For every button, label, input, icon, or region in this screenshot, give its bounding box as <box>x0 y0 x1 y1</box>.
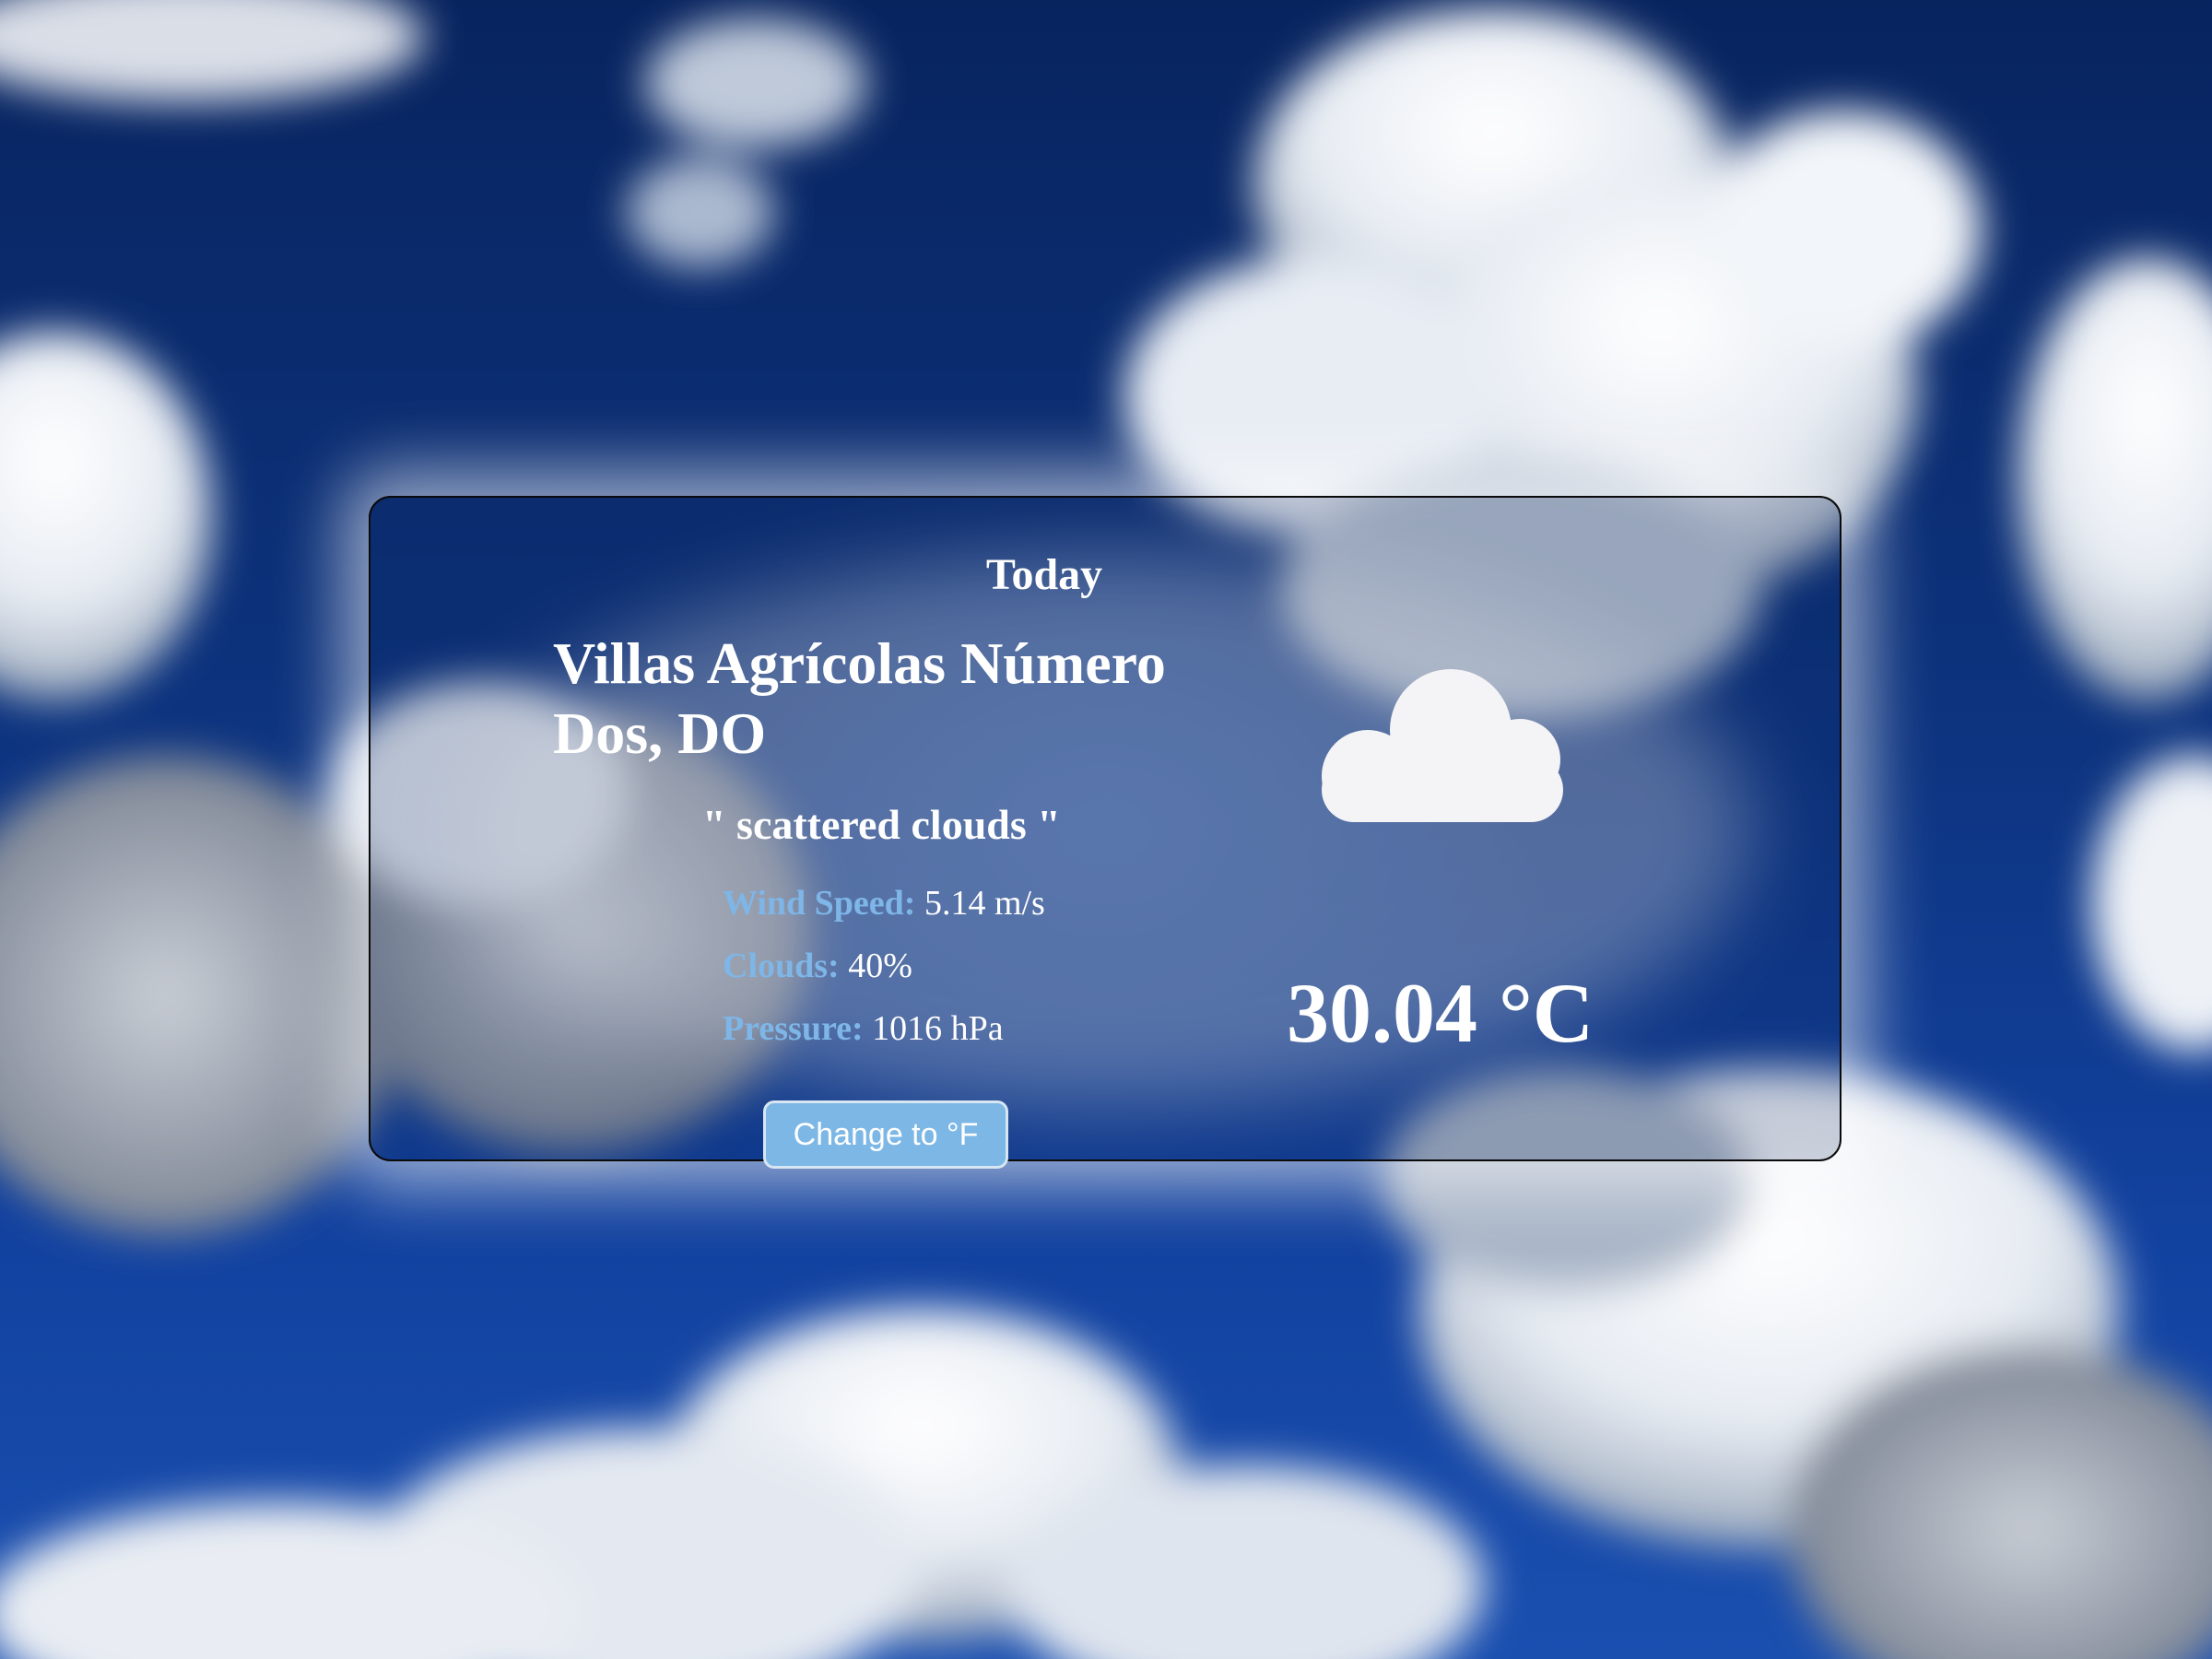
pressure-value: 1016 hPa <box>872 1009 1004 1048</box>
pressure-label: Pressure: <box>723 1009 864 1048</box>
weather-card: Today Villas Agrícolas Número Dos, DO " … <box>369 496 1841 1169</box>
clouds-value: 40% <box>848 947 912 985</box>
clouds-row: Clouds: 40% <box>723 946 912 986</box>
temperature-value: 30.04 °C <box>1287 966 1594 1060</box>
day-label: Today <box>985 550 1103 599</box>
location-title: Villas Agrícolas Número Dos, DO <box>553 630 1166 766</box>
wind-speed-value: 5.14 m/s <box>924 884 1045 923</box>
weather-description: " scattered clouds " <box>702 801 1061 848</box>
pressure-row: Pressure: 1016 hPa <box>723 1008 1004 1049</box>
clouds-label: Clouds: <box>723 947 840 985</box>
wind-speed-label: Wind Speed: <box>723 884 916 923</box>
cloud-icon <box>1322 669 1563 822</box>
change-unit-button[interactable]: Change to °F <box>763 1100 1008 1169</box>
wind-speed-row: Wind Speed: 5.14 m/s <box>723 883 1045 924</box>
